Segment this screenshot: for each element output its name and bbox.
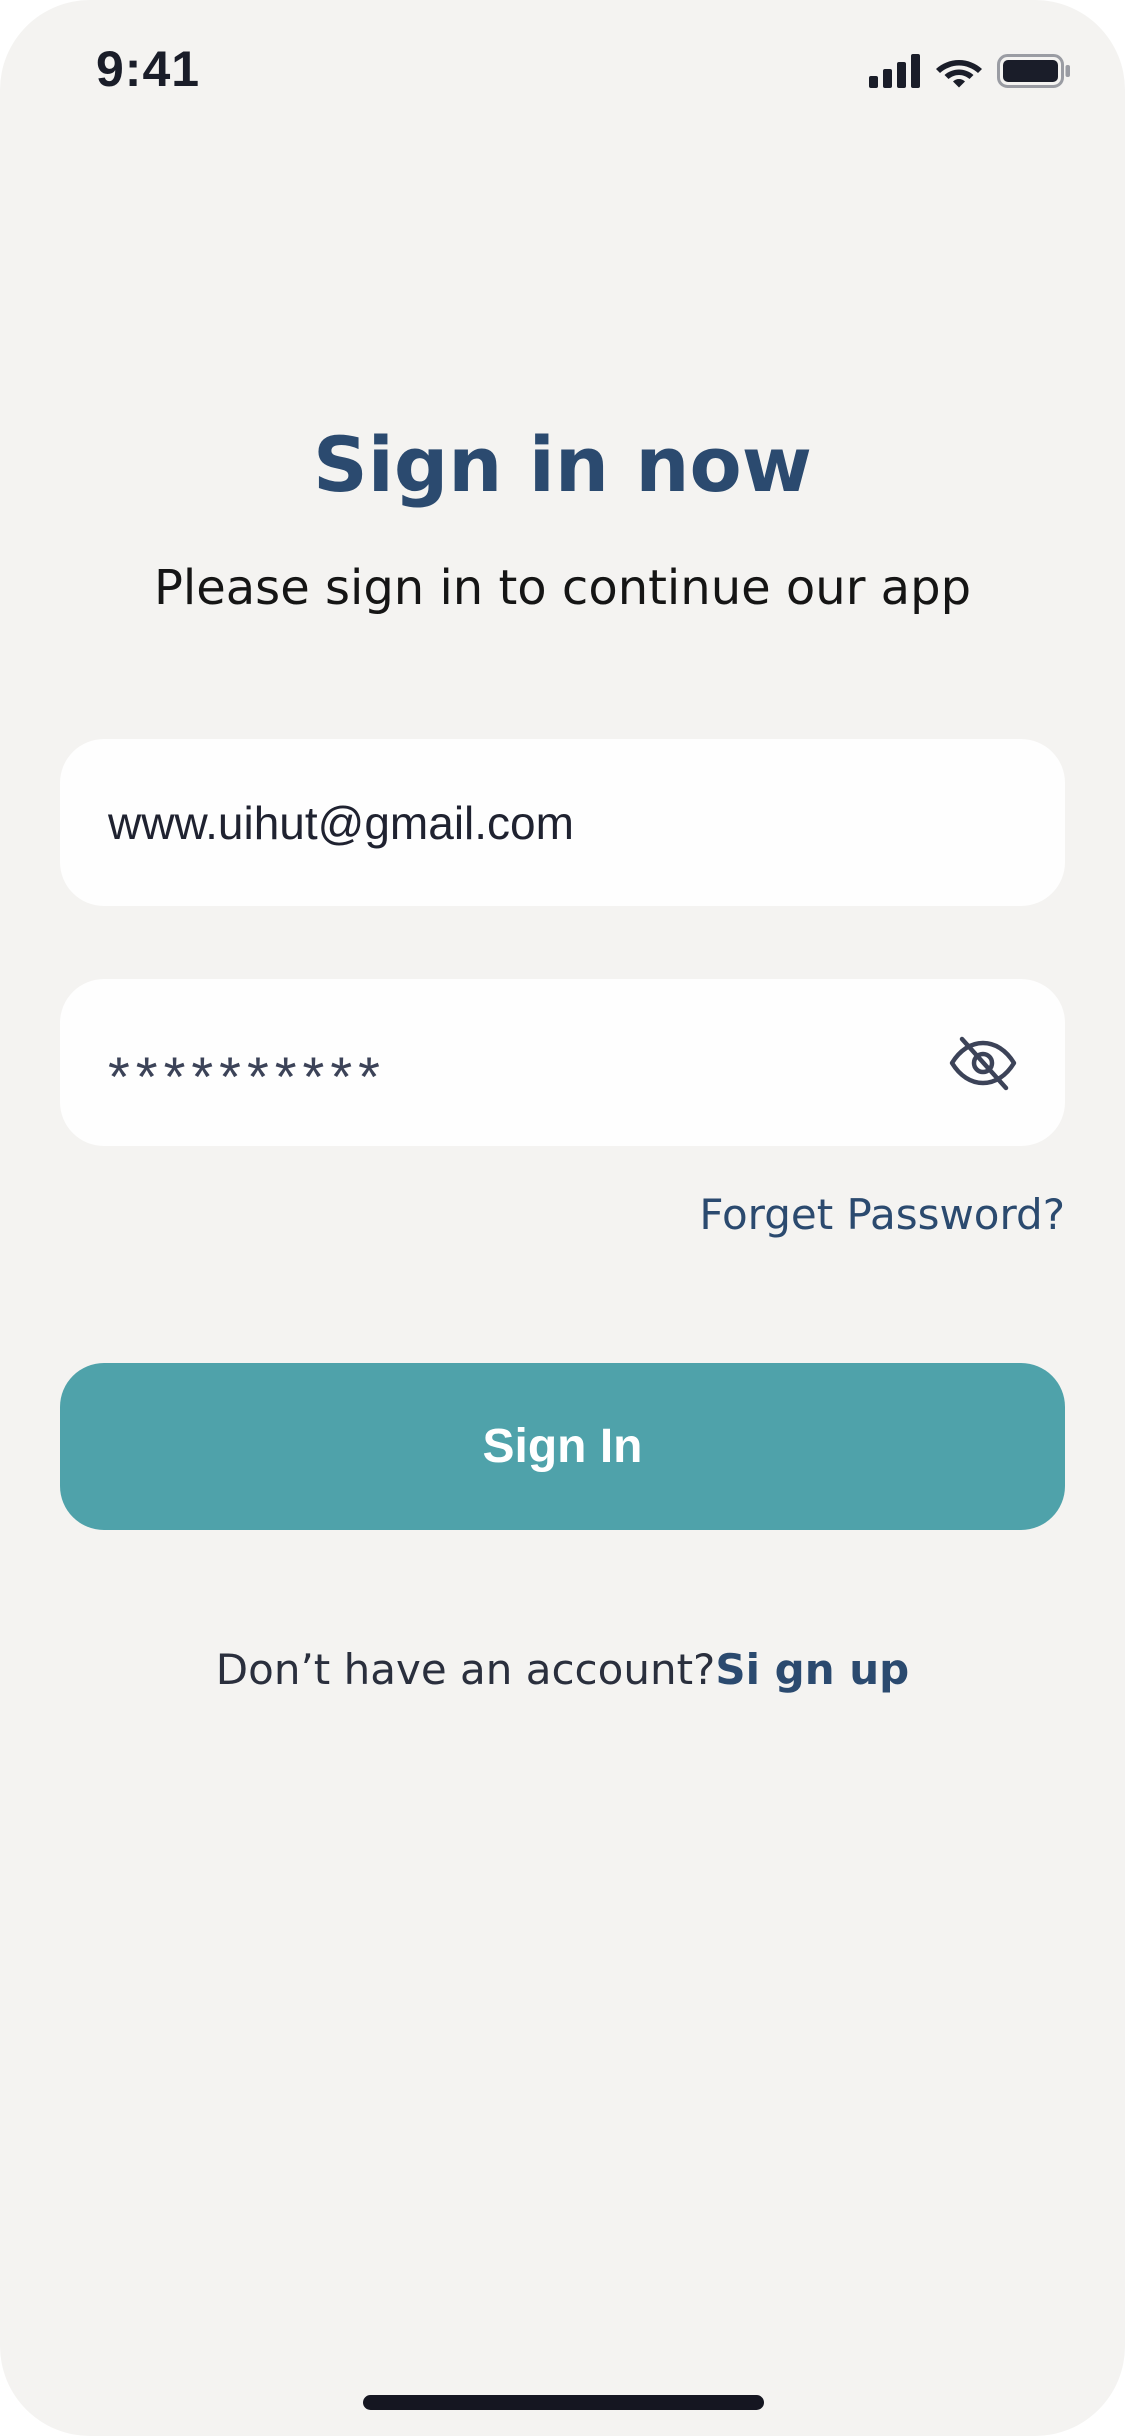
- sign-in-button[interactable]: Sign In: [60, 1363, 1065, 1530]
- signup-prompt-text: Don’t have an account?: [215, 1645, 716, 1694]
- wifi-icon: [935, 54, 983, 88]
- sign-in-screen: 9:41 Sign in now Please sign in to conti…: [0, 0, 1125, 2436]
- cellular-signal-icon: [869, 54, 921, 88]
- battery-icon: [997, 54, 1071, 88]
- signup-prompt-row: Don’t have an account?Si gn up: [0, 1645, 1125, 1694]
- status-icons: [869, 54, 1071, 88]
- password-field[interactable]: **********: [60, 979, 1065, 1146]
- password-value: **********: [108, 1045, 386, 1108]
- page-subtitle: Please sign in to continue our app: [153, 560, 972, 616]
- email-value: www.uihut@gmail.com: [108, 796, 574, 849]
- eye-off-icon[interactable]: [947, 1031, 1019, 1095]
- status-time: 9:41: [96, 41, 201, 97]
- status-bar: 9:41: [0, 0, 1125, 140]
- forgot-password-link[interactable]: Forget Password?: [699, 1190, 1065, 1239]
- home-indicator: [363, 2395, 764, 2410]
- email-field[interactable]: www.uihut@gmail.com: [60, 739, 1065, 906]
- sign-up-link[interactable]: Si gn up: [715, 1645, 909, 1694]
- page-title: Sign in now: [313, 420, 812, 509]
